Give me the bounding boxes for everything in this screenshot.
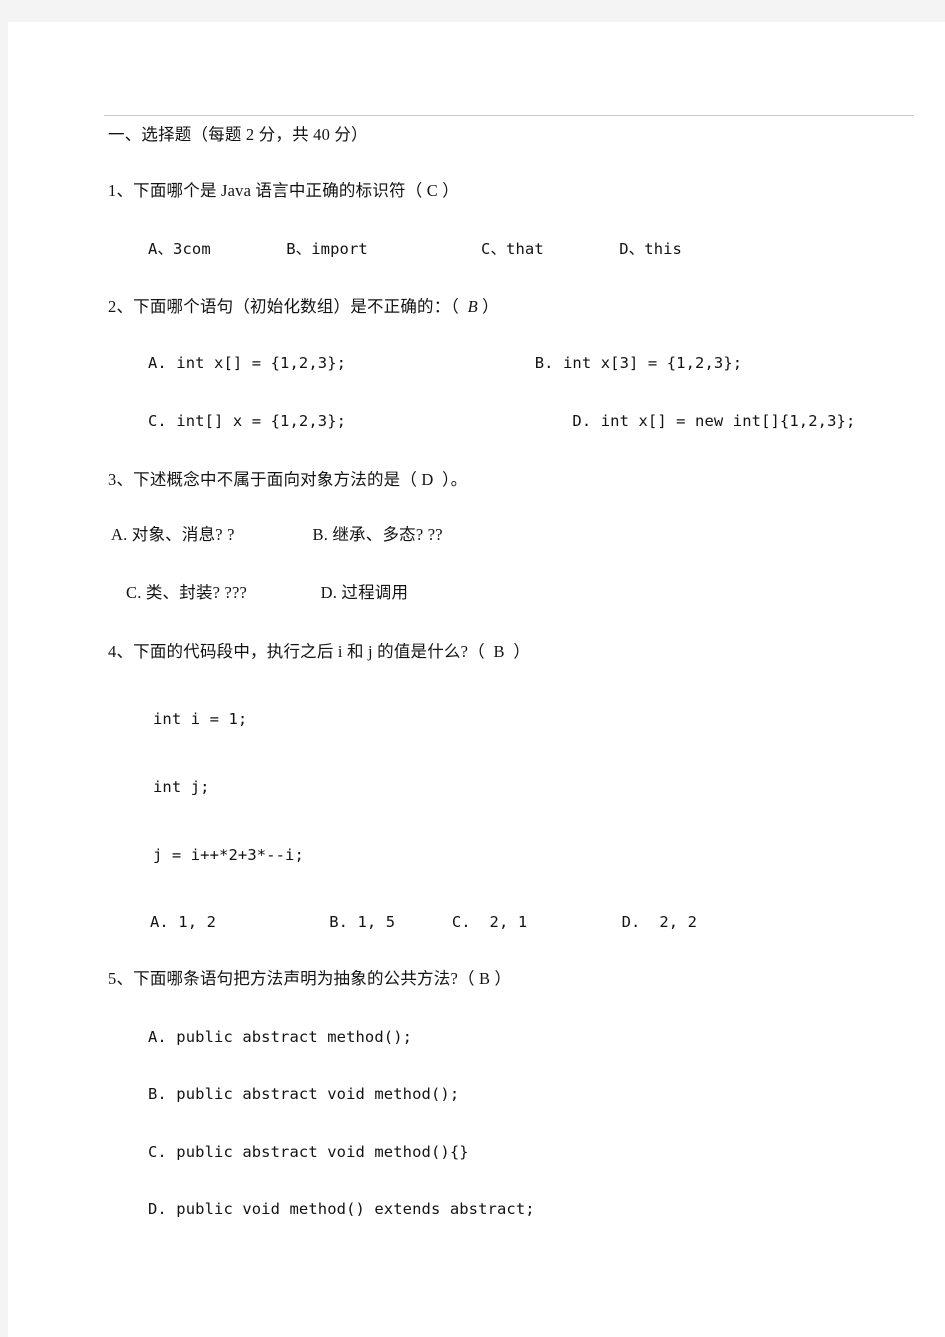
question-4-code-line-1: int i = 1; bbox=[153, 710, 248, 728]
question-4-code-line-2: int j; bbox=[153, 778, 210, 796]
question-3-option-line-2: C. 类、封装? ??? D. 过程调用 bbox=[126, 583, 409, 602]
question-3-stem: 3、下述概念中不属于面向对象方法的是（ D ）。 bbox=[108, 470, 468, 489]
question-2-stem: 2、下面哪个语句（初始化数组）是不正确的：（ B ） bbox=[108, 297, 945, 316]
question-5-stem: 5、下面哪条语句把方法声明为抽象的公共方法?（ B ） bbox=[108, 969, 512, 988]
header-separator-rule bbox=[104, 115, 914, 116]
question-2-option-line-1: A. int x[] = {1,2,3}; B. int x[3] = {1,2… bbox=[148, 354, 743, 372]
question-5-option-line-2: B. public abstract void method(); bbox=[148, 1085, 460, 1103]
question-2-stem-text: 2、下面哪个语句（初始化数组）是不正确的：（ bbox=[108, 297, 468, 316]
question-4-options: A. 1, 2 B. 1, 5 C. 2, 1 D. 2, 2 bbox=[150, 913, 698, 931]
document-page: 一、选择题（每题 2 分，共 40 分） 1、下面哪个是 Java 语言中正确的… bbox=[8, 22, 945, 1337]
question-5-option-line-1: A. public abstract method(); bbox=[148, 1028, 413, 1046]
question-5-option-line-3: C. public abstract void method(){} bbox=[148, 1143, 469, 1161]
question-1-options: A、3com B、import C、that D、this bbox=[148, 240, 682, 258]
question-4-code-line-3: j = i++*2+3*--i; bbox=[153, 846, 304, 864]
question-2-option-line-2: C. int[] x = {1,2,3}; D. int x[] = new i… bbox=[148, 412, 856, 430]
question-2-stem-tail: ） bbox=[477, 297, 499, 316]
question-3-option-line-1: A. 对象、消息? ? B. 继承、多态? ?? bbox=[111, 525, 443, 544]
question-1-stem: 1、下面哪个是 Java 语言中正确的标识符（ C ） bbox=[108, 181, 459, 200]
question-5-option-line-4: D. public void method() extends abstract… bbox=[148, 1200, 535, 1218]
section-heading: 一、选择题（每题 2 分，共 40 分） bbox=[108, 125, 368, 144]
question-2-answer: B bbox=[467, 297, 478, 316]
question-4-stem: 4、下面的代码段中，执行之后 i 和 j 的值是什么?（ B ） bbox=[108, 642, 531, 661]
